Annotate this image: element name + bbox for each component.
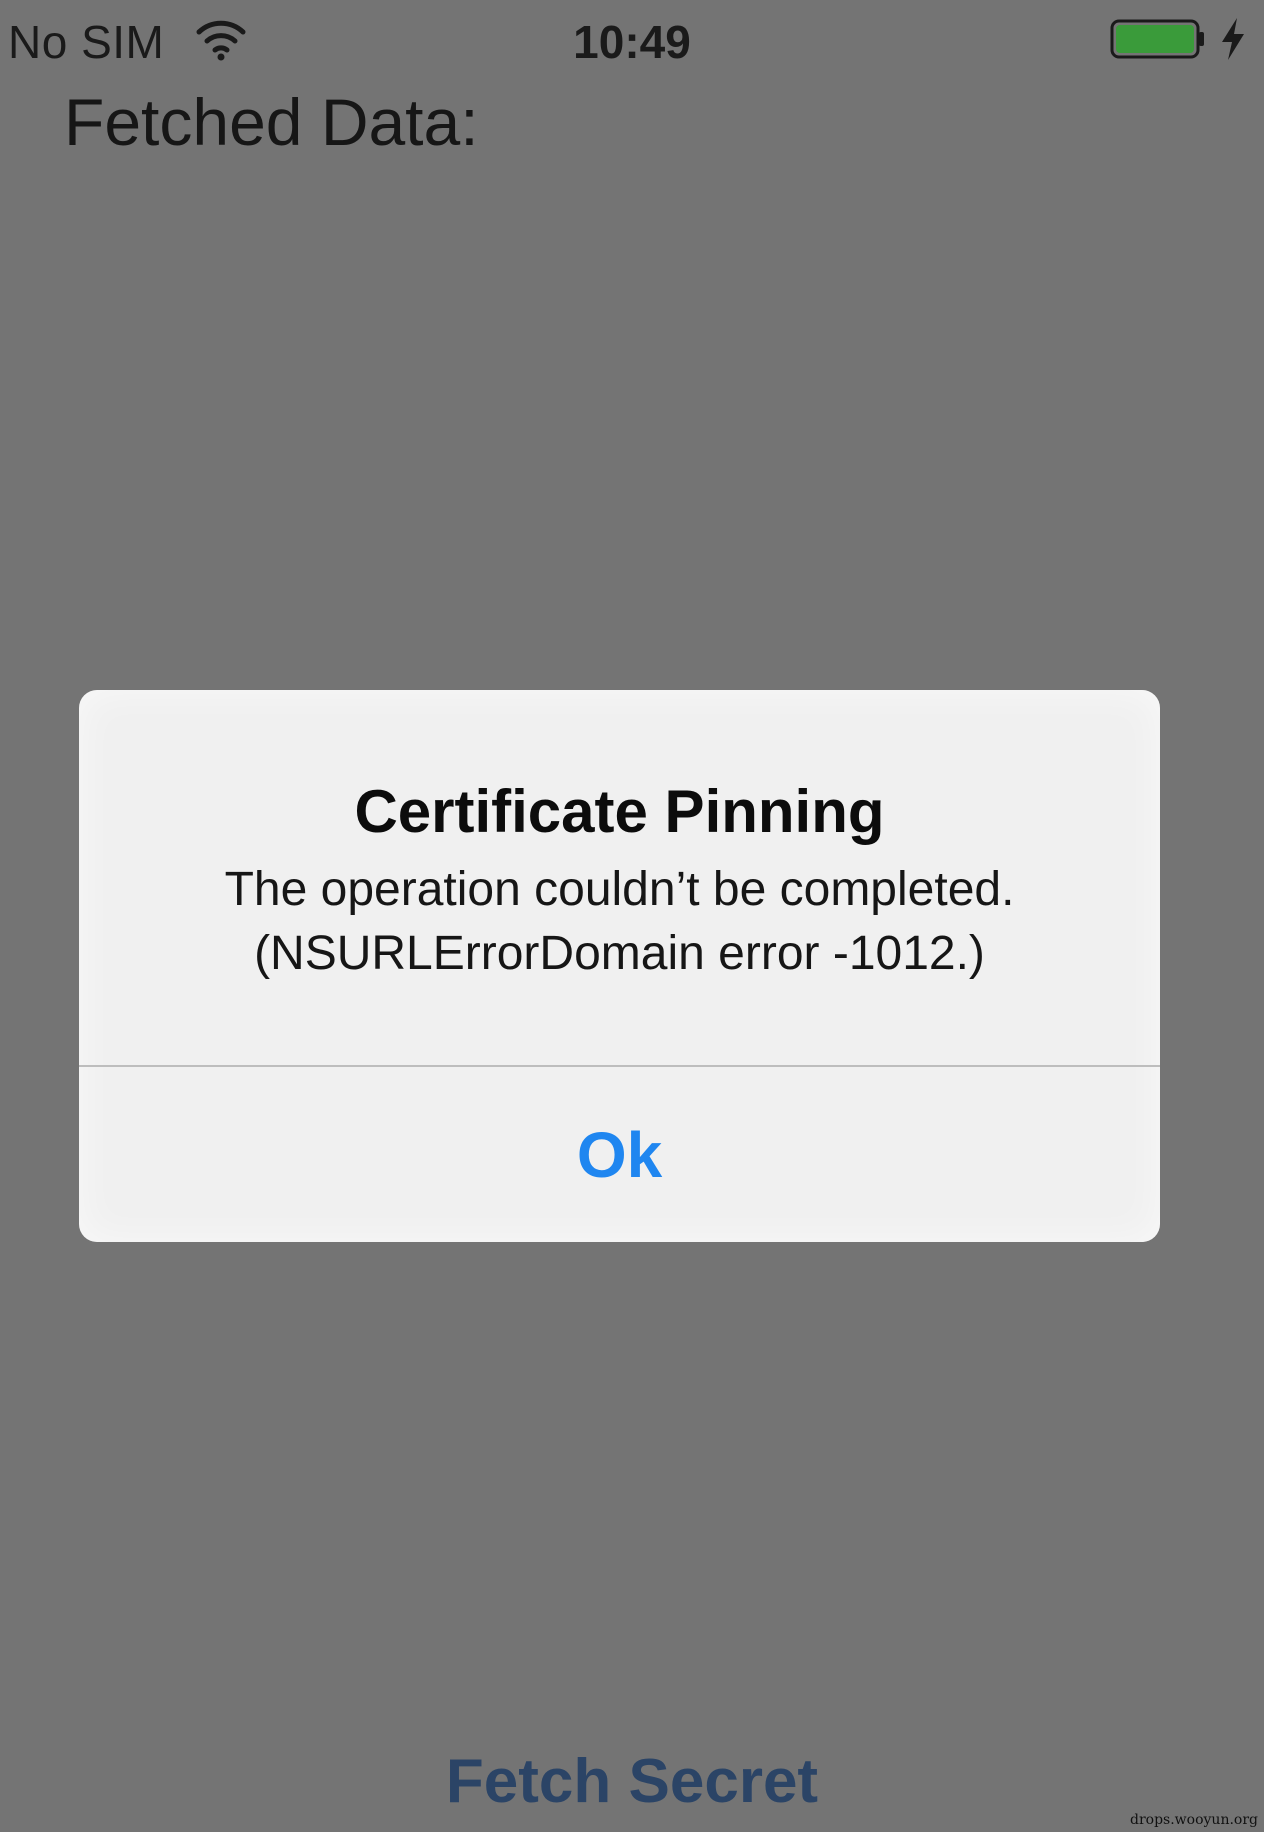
fetched-data-label: Fetched Data: <box>64 85 479 159</box>
status-bar: No SIM 10:49 <box>0 0 1264 80</box>
alert-message-line-2: (NSURLErrorDomain error -1012.) <box>254 927 985 980</box>
alert-title: Certificate Pinning <box>354 778 885 845</box>
battery-icon <box>1110 19 1204 59</box>
watermark: drops.wooyun.org <box>1130 1812 1258 1828</box>
alert-message-line-1: The operation couldn’t be completed. <box>224 863 1015 916</box>
charging-bolt-icon <box>1222 18 1244 60</box>
alert-message: The operation couldn’t be completed. (NS… <box>79 858 1160 986</box>
status-time: 10:49 <box>573 16 691 68</box>
ok-button[interactable]: Ok <box>79 1067 1160 1242</box>
fetch-secret-button[interactable]: Fetch Secret <box>0 1745 1264 1819</box>
alert-dialog: Certificate Pinning The operation couldn… <box>79 690 1160 1242</box>
